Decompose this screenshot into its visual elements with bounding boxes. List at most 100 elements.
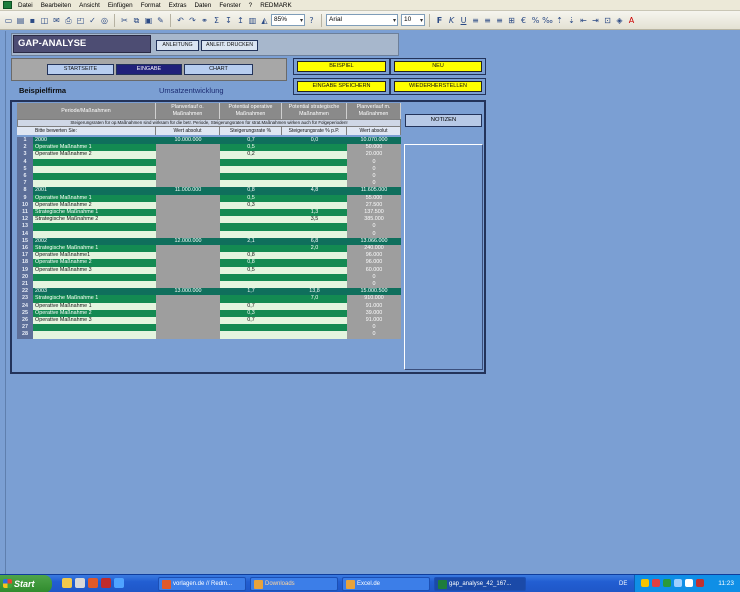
operative-rate-cell[interactable]: 0,7	[220, 302, 282, 310]
startseite-button[interactable]: STARTSEITE	[47, 64, 114, 75]
measure-name-cell[interactable]: Operative Maßnahme 2	[33, 151, 156, 159]
strategic-rate-cell[interactable]: 2,0	[282, 245, 347, 253]
notes-area[interactable]	[404, 144, 483, 370]
language-indicator[interactable]: DE	[619, 575, 627, 592]
measure-name-cell[interactable]: Strategische Maßnahme 1	[33, 295, 156, 303]
fill-color-icon[interactable]: ◈	[614, 15, 625, 26]
measure-name-cell[interactable]	[33, 180, 156, 188]
strategic-rate-cell[interactable]	[282, 324, 347, 332]
measure-name-cell[interactable]	[33, 158, 156, 166]
measure-name-cell[interactable]: Operative Maßnahme 3	[33, 266, 156, 274]
strategic-rate-cell[interactable]	[282, 165, 347, 173]
spelling-icon[interactable]: ✓	[87, 15, 98, 26]
task-vorlagen[interactable]: vorlagen.de // Redm...	[158, 577, 246, 591]
plan-ohne-cell[interactable]: 11.000.000	[156, 187, 220, 195]
strategic-rate-cell[interactable]	[282, 180, 347, 188]
open-icon[interactable]: ▤	[15, 15, 26, 26]
plan-ohne-cell[interactable]	[156, 216, 220, 224]
operative-rate-cell[interactable]	[220, 158, 282, 166]
undo-icon[interactable]: ↶	[175, 15, 186, 26]
measure-name-cell[interactable]: 2001	[33, 187, 156, 195]
operative-rate-cell[interactable]: 0,8	[220, 252, 282, 260]
plan-ohne-cell[interactable]	[156, 273, 220, 281]
strategic-rate-cell[interactable]	[282, 201, 347, 209]
folder-icon[interactable]	[62, 578, 72, 588]
menu-datei[interactable]: Datei	[18, 2, 33, 9]
security-icon[interactable]	[696, 579, 704, 587]
measure-name-cell[interactable]: Operative Maßnahme 1	[33, 144, 156, 152]
print-icon[interactable]: ⎙	[63, 15, 74, 26]
cut-icon[interactable]: ✂	[119, 15, 130, 26]
operative-rate-cell[interactable]: 1,7	[220, 288, 282, 296]
eingabe-speichern-button[interactable]: EINGABE SPEICHERN	[297, 81, 386, 92]
align-right-icon[interactable]: ≡	[494, 15, 505, 26]
firefox-icon[interactable]	[88, 578, 98, 588]
preview-icon[interactable]: ◰	[75, 15, 86, 26]
ie-icon[interactable]	[114, 578, 124, 588]
notizen-button[interactable]: NOTIZEN	[405, 114, 482, 127]
font-color-icon[interactable]: A	[626, 15, 637, 26]
strategic-rate-cell[interactable]: 1,3	[282, 209, 347, 217]
plan-ohne-cell[interactable]	[156, 324, 220, 332]
excel-app-icon[interactable]	[3, 1, 12, 9]
measure-name-cell[interactable]: Operative Maßnahme 2	[33, 201, 156, 209]
plan-ohne-cell[interactable]	[156, 266, 220, 274]
plan-ohne-cell[interactable]	[156, 173, 220, 181]
strategic-rate-cell[interactable]: 0,0	[282, 137, 347, 145]
operative-rate-cell[interactable]	[220, 180, 282, 188]
plan-ohne-cell[interactable]	[156, 201, 220, 209]
operative-rate-cell[interactable]	[220, 209, 282, 217]
percent-icon[interactable]: %	[530, 15, 541, 26]
underline-icon[interactable]: U	[458, 15, 469, 26]
operative-rate-cell[interactable]	[220, 295, 282, 303]
measure-name-cell[interactable]: Operative Maßnahme 1	[33, 194, 156, 202]
plan-ohne-cell[interactable]	[156, 295, 220, 303]
font-size-select[interactable]: 10 ▾	[401, 14, 425, 26]
measure-name-cell[interactable]: Operative Maßnahme 1	[33, 302, 156, 310]
strategic-rate-cell[interactable]	[282, 144, 347, 152]
measure-name-cell[interactable]	[33, 230, 156, 238]
strategic-rate-cell[interactable]	[282, 309, 347, 317]
strategic-rate-cell[interactable]	[282, 158, 347, 166]
plan-ohne-cell[interactable]	[156, 144, 220, 152]
strategic-rate-cell[interactable]: 13,8	[282, 288, 347, 296]
menu-ansicht[interactable]: Ansicht	[79, 2, 100, 9]
currency-icon[interactable]: €	[518, 15, 529, 26]
tray-icon-3[interactable]	[663, 579, 671, 587]
align-left-icon[interactable]: ≡	[470, 15, 481, 26]
measure-name-cell[interactable]: Operative Maßnahme 2	[33, 259, 156, 267]
measure-name-cell[interactable]	[33, 165, 156, 173]
help-icon[interactable]: ?	[306, 15, 317, 26]
operative-rate-cell[interactable]: 2,1	[220, 237, 282, 245]
plan-ohne-cell[interactable]	[156, 158, 220, 166]
bold-icon[interactable]: F	[434, 15, 445, 26]
plan-ohne-cell[interactable]	[156, 259, 220, 267]
measure-name-cell[interactable]	[33, 281, 156, 289]
copy-icon[interactable]: ⧉	[131, 15, 142, 26]
decimal-decrease-icon[interactable]: ⇣	[566, 15, 577, 26]
plan-ohne-cell[interactable]	[156, 151, 220, 159]
measure-name-cell[interactable]: Operative Maßnahme 2	[33, 309, 156, 317]
strategic-rate-cell[interactable]	[282, 223, 347, 231]
plan-ohne-cell[interactable]: 10.000.000	[156, 137, 220, 145]
menu-redmark[interactable]: REDMARK	[260, 2, 292, 9]
indent-increase-icon[interactable]: ⇥	[590, 15, 601, 26]
measure-name-cell[interactable]: 2000	[33, 137, 156, 145]
measure-name-cell[interactable]	[33, 324, 156, 332]
save-icon[interactable]: ▪	[27, 15, 38, 26]
measure-name-cell[interactable]: Operative Maßnahme 3	[33, 317, 156, 325]
chart-wizard-icon[interactable]: ▥	[247, 15, 258, 26]
strategic-rate-cell[interactable]	[282, 302, 347, 310]
measure-name-cell[interactable]: Strategische Maßnahme 1	[33, 245, 156, 253]
redo-icon[interactable]: ↷	[187, 15, 198, 26]
operative-rate-cell[interactable]	[220, 230, 282, 238]
measure-name-cell[interactable]	[33, 223, 156, 231]
plan-ohne-cell[interactable]	[156, 230, 220, 238]
strategic-rate-cell[interactable]	[282, 273, 347, 281]
plan-ohne-cell[interactable]	[156, 331, 220, 339]
operative-rate-cell[interactable]: 0,3	[220, 309, 282, 317]
chart-button[interactable]: CHART	[184, 64, 253, 75]
operative-rate-cell[interactable]	[220, 273, 282, 281]
operative-rate-cell[interactable]	[220, 216, 282, 224]
menu-daten[interactable]: Daten	[195, 2, 212, 9]
